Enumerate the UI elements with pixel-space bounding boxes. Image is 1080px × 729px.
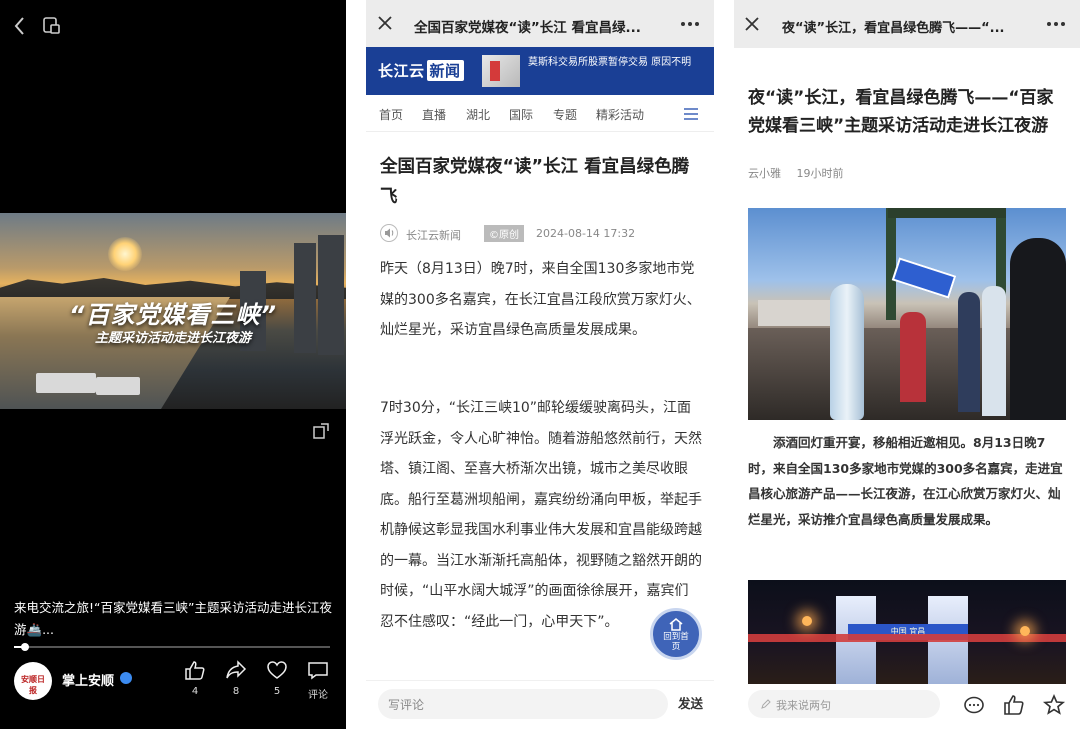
thumbs-up-icon — [185, 661, 205, 680]
performer-figure — [900, 312, 926, 402]
article-source[interactable]: 长江云新闻 — [406, 227, 461, 243]
close-icon[interactable] — [744, 16, 760, 32]
guest-figure — [958, 292, 980, 412]
close-icon[interactable] — [376, 14, 394, 32]
like-count: 4 — [191, 686, 199, 697]
article-title: 全国百家党媒夜“读”长江 看宜昌绿色腾飞 — [380, 157, 690, 207]
fullscreen-icon[interactable] — [312, 422, 330, 440]
story-photo-night-gate[interactable]: 中国 宜昌 — [748, 580, 1066, 684]
comment-icon — [308, 662, 328, 680]
article-panel: 全国百家党媒夜“读”长江 看宜昌绿... 长江云 新闻 莫斯科交易所股票暂停交易 … — [366, 0, 714, 729]
top-bar-title: 全国百家党媒夜“读”长江 看宜昌绿... — [414, 20, 641, 36]
back-to-home-button[interactable]: 回到首页 — [650, 608, 702, 660]
cruise-ship — [96, 377, 140, 395]
article-paragraph: 昨天（8月13日）晚7时，来自全国130多家地市党媒的300多名嘉宾，在长江宜昌… — [380, 261, 701, 338]
brand-logo-text: 长江云 — [378, 62, 425, 80]
comment-bar: 写评论 发送 — [366, 680, 714, 729]
video-overlay-title: “百家党媒看三峡” — [69, 301, 277, 329]
article-paragraph: 7时30分，“长江三峡10”邮轮缓缓驶离码头，江面浮光跃金，令人心旷神怡。随着游… — [380, 400, 702, 630]
nav-item-live[interactable]: 直播 — [422, 106, 446, 123]
nav-item-events[interactable]: 精彩活动 — [596, 106, 644, 123]
story-comment-bar: 我来说两句 — [734, 684, 1080, 729]
story-author[interactable]: 云小雅 — [748, 167, 781, 180]
channel-nav: 首页 直播 湖北 国际 专题 精彩活动 — [366, 96, 714, 132]
top-bar-title: 夜“读”长江，看宜昌绿色腾飞——“... — [782, 21, 1005, 36]
photo-caption: 添酒回灯重开宴，移船相近邀相见。8月13日晚7时，来自全国130多家地市党媒的3… — [748, 435, 1063, 527]
nav-item-international[interactable]: 国际 — [509, 106, 533, 123]
article-meta: 长江云新闻 ©原创 2024-08-14 17:32 — [380, 224, 702, 244]
story-top-bar: 夜“读”长江，看宜昌绿色腾飞——“... — [734, 0, 1080, 48]
video-panel: “百家党媒看三峡” 主题采访活动走进长江夜游 来电交流之旅!“百家党媒看三峡”主… — [0, 0, 346, 729]
avatar[interactable]: 安顺日报 — [14, 662, 52, 700]
video-caption: 来电交流之旅!“百家党媒看三峡”主题采访活动走进长江夜游🚢... — [14, 600, 332, 637]
guest-figure — [1010, 238, 1066, 420]
nav-item-home[interactable]: 首页 — [379, 106, 403, 123]
nav-item-topics[interactable]: 专题 — [553, 106, 577, 123]
favorite-count: 5 — [273, 686, 281, 697]
comment-input[interactable]: 写评论 — [378, 689, 668, 719]
article-top-bar: 全国百家党媒夜“读”长江 看宜昌绿... — [366, 0, 714, 48]
menu-icon[interactable] — [684, 108, 698, 120]
more-icon[interactable] — [1046, 16, 1066, 32]
nav-item-hubei[interactable]: 湖北 — [466, 106, 490, 123]
red-light-strip — [748, 634, 1066, 642]
thumbs-up-icon[interactable] — [1002, 693, 1026, 717]
brand-logo: 长江云 新闻 — [378, 60, 464, 81]
more-icon[interactable] — [680, 16, 700, 32]
comment-label: 评论 — [308, 690, 328, 701]
star-icon[interactable] — [1042, 693, 1066, 717]
pen-icon — [761, 699, 771, 709]
send-button[interactable]: 发送 — [678, 693, 703, 712]
story-title: 夜“读”长江，看宜昌绿色腾飞——“百家党媒看三峡”主题采访活动走进长江夜游 — [748, 88, 1054, 136]
gate-beam — [888, 208, 1006, 218]
favorite-button[interactable]: 5 — [262, 660, 292, 697]
comment-icon[interactable] — [962, 693, 986, 717]
mini-window-icon[interactable] — [42, 16, 62, 36]
gate-pillar — [886, 208, 896, 320]
video-top-bar — [0, 12, 346, 42]
speaker-icon[interactable] — [380, 224, 398, 242]
article-time: 2024-08-14 17:32 — [536, 227, 636, 240]
story-meta: 云小雅 19小时前 — [748, 165, 856, 181]
story-panel: 夜“读”长江，看宜昌绿色腾飞——“... 夜“读”长江，看宜昌绿色腾飞——“百家… — [734, 0, 1080, 729]
like-button[interactable]: 4 — [180, 660, 210, 697]
street-lamp — [1020, 626, 1030, 636]
story-time: 19小时前 — [796, 167, 844, 180]
news-banner[interactable]: 长江云 新闻 莫斯科交易所股票暂停交易 原因不明 — [366, 47, 714, 95]
original-badge: ©原创 — [484, 225, 524, 242]
share-button[interactable]: 8 — [221, 660, 251, 697]
back-to-home-label: 回到首页 — [663, 632, 689, 652]
heart-icon — [267, 661, 287, 679]
comment-button[interactable]: 评论 — [303, 660, 333, 701]
cruise-ship — [36, 373, 96, 393]
sunset-sun — [108, 237, 142, 271]
street-lamp — [802, 616, 812, 626]
comment-input[interactable]: 我来说两句 — [748, 690, 940, 718]
share-icon — [226, 660, 247, 679]
avatar-text: 安顺日报 — [21, 674, 45, 695]
white-statue — [830, 284, 864, 420]
video-overlay-subtitle: 主题采访活动走进长江夜游 — [94, 331, 251, 346]
brand-logo-tag: 新闻 — [426, 60, 464, 81]
ticker-thumbnail — [482, 55, 520, 87]
verified-icon — [120, 672, 132, 684]
video-progress-bar[interactable] — [14, 643, 330, 651]
video-player[interactable]: “百家党媒看三峡” 主题采访活动走进长江夜游 — [0, 213, 346, 409]
guest-figure — [982, 286, 1006, 416]
author-name[interactable]: 掌上安顺 — [62, 670, 114, 689]
story-photo-boarding[interactable] — [748, 208, 1066, 420]
home-icon — [669, 618, 683, 631]
back-icon[interactable] — [10, 14, 30, 38]
share-count: 8 — [232, 686, 240, 697]
progress-handle[interactable] — [21, 643, 30, 651]
ticker-headline[interactable]: 莫斯科交易所股票暂停交易 原因不明 — [528, 55, 696, 70]
welcome-sign — [891, 257, 957, 299]
